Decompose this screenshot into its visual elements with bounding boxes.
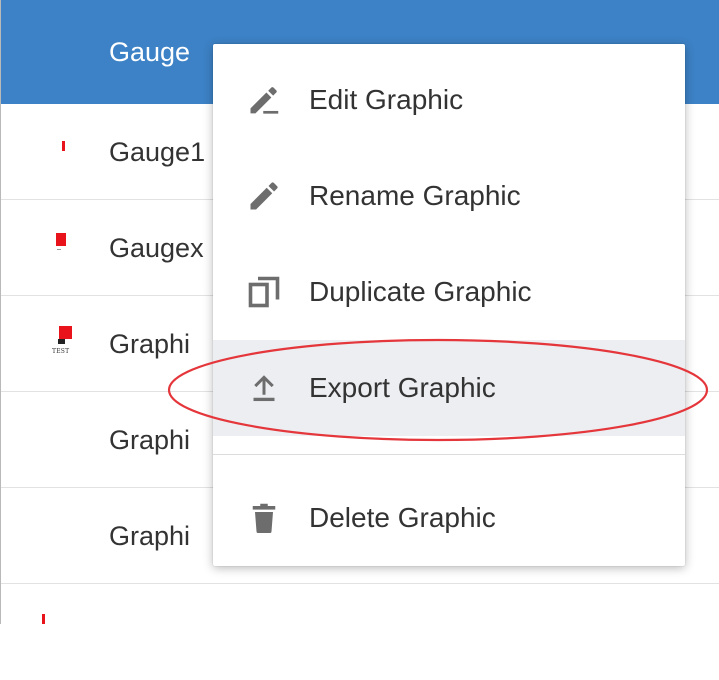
menu-item-delete-graphic[interactable]: Delete Graphic (213, 470, 685, 566)
row-label: Gauge1 (109, 137, 206, 167)
graphic-thumbnail (39, 614, 47, 624)
trash-icon (246, 500, 282, 536)
thumbnail-text: TEST (52, 348, 70, 355)
row-label: Graphi (109, 521, 191, 551)
edit-underline-icon (246, 82, 282, 118)
menu-divider (213, 454, 685, 455)
graphic-thumbnail (53, 138, 73, 158)
menu-item-edit-graphic[interactable]: Edit Graphic (213, 52, 685, 148)
graphic-thumbnail (51, 230, 73, 258)
menu-item-label: Delete Graphic (309, 502, 496, 533)
duplicate-icon (246, 274, 282, 310)
header-column-label: Gauge (109, 37, 191, 67)
menu-item-rename-graphic[interactable]: Rename Graphic (213, 148, 685, 244)
table-row[interactable] (1, 584, 719, 680)
highlight-ellipse-annotation (166, 337, 710, 443)
graphic-thumbnail: TEST (51, 324, 81, 358)
graphic-context-menu: Edit Graphic Rename Graphic Duplicate Gr… (213, 44, 685, 566)
menu-item-label: Duplicate Graphic (309, 276, 532, 307)
row-label: Gaugex (109, 233, 204, 263)
pencil-icon (246, 178, 282, 214)
menu-item-label: Rename Graphic (309, 180, 521, 211)
menu-item-duplicate-graphic[interactable]: Duplicate Graphic (213, 244, 685, 340)
menu-item-label: Edit Graphic (309, 84, 464, 115)
